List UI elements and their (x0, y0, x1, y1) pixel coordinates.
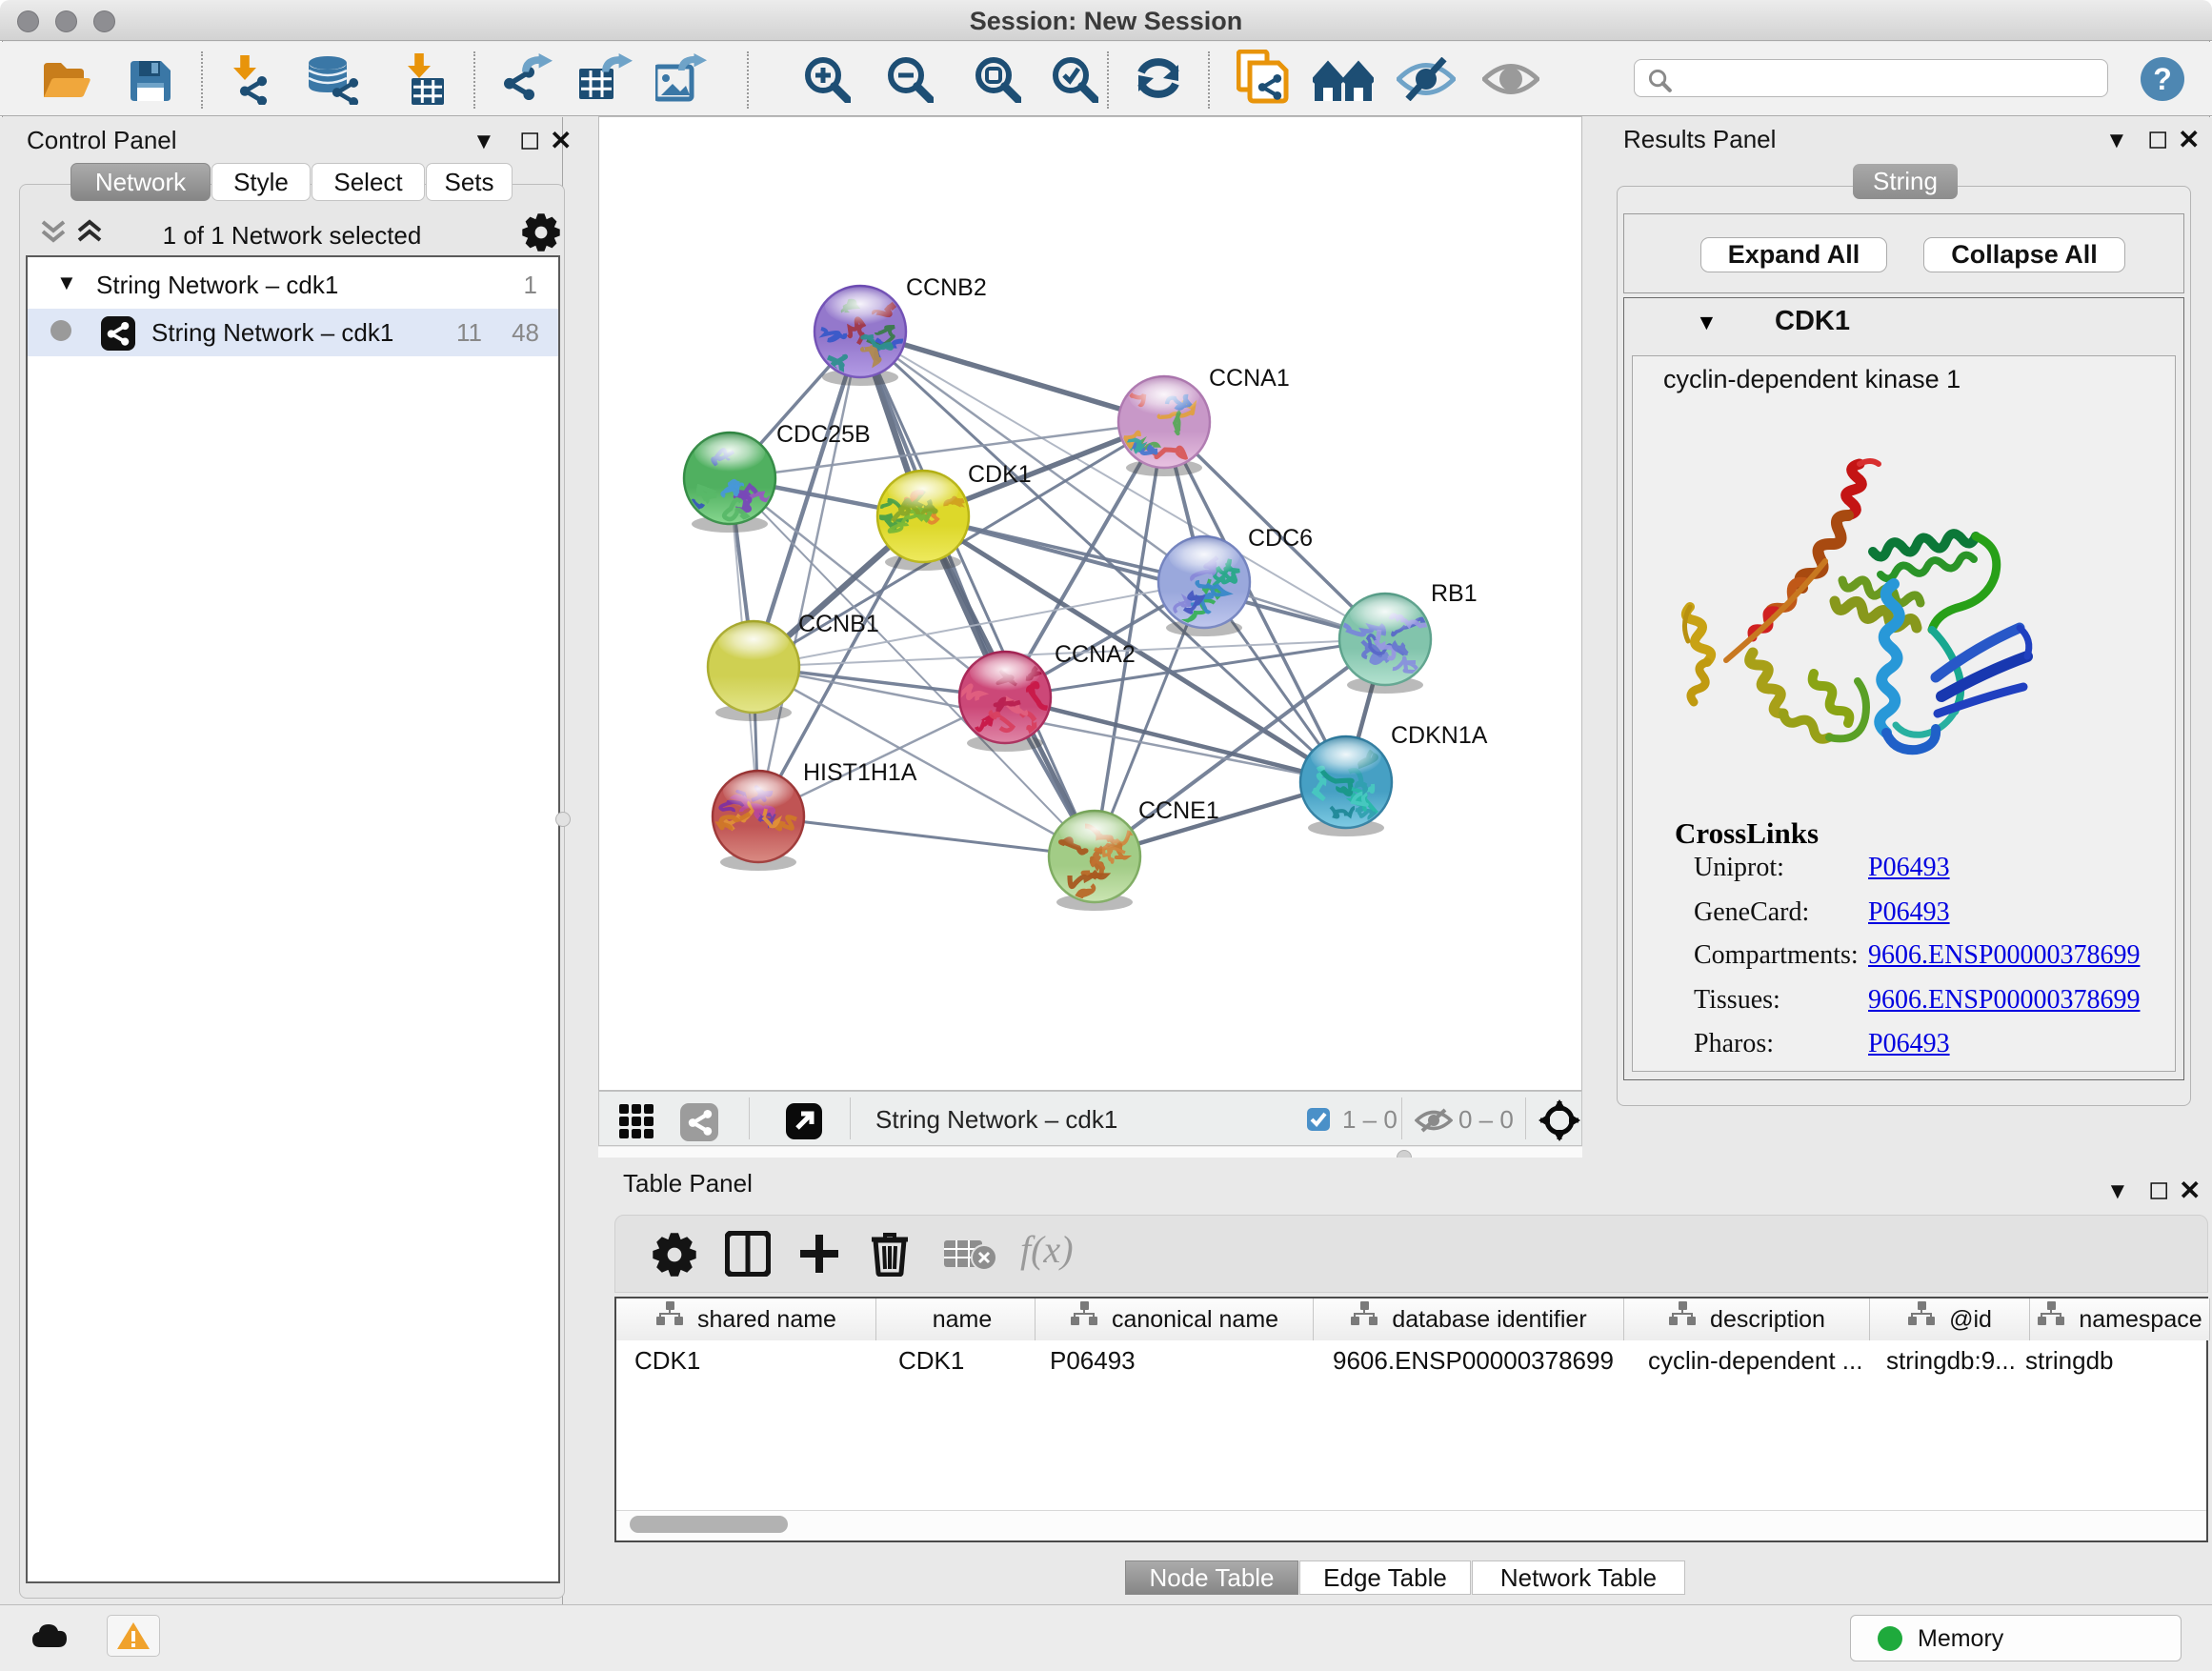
svg-text:CDKN1A: CDKN1A (1391, 722, 1488, 749)
svg-text:CCNB1: CCNB1 (798, 611, 879, 637)
svg-text:CDC6: CDC6 (1248, 525, 1313, 552)
svg-text:CCNA1: CCNA1 (1209, 365, 1290, 392)
svg-text:HIST1H1A: HIST1H1A (803, 759, 917, 786)
svg-text:CCNE1: CCNE1 (1138, 797, 1219, 824)
svg-text:CCNA2: CCNA2 (1055, 641, 1136, 668)
svg-text:RB1: RB1 (1431, 580, 1478, 607)
svg-text:CCNB2: CCNB2 (906, 274, 987, 301)
svg-text:CDK1: CDK1 (968, 461, 1032, 488)
svg-text:CDC25B: CDC25B (776, 421, 871, 448)
